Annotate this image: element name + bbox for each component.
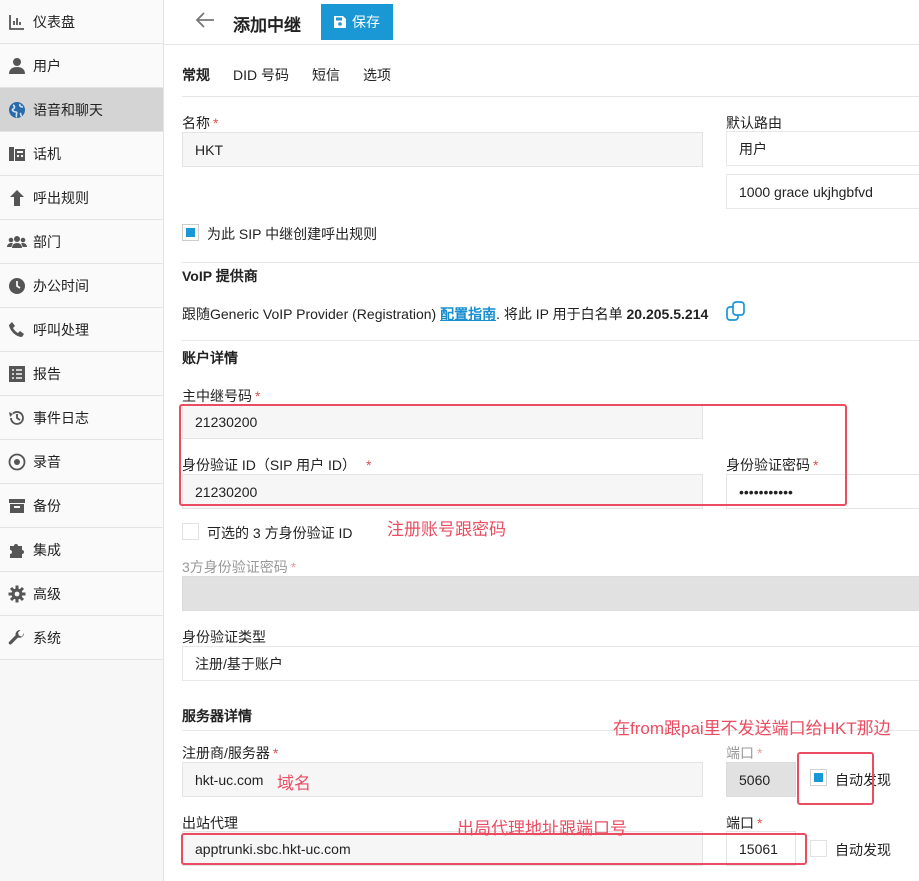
- sidebar-item-label: 事件日志: [33, 409, 89, 426]
- save-icon: [334, 16, 346, 28]
- name-field[interactable]: HKT: [182, 132, 703, 167]
- registrar-label: 注册商/服务器 *: [182, 745, 279, 761]
- annotation-box-proxy: [181, 833, 807, 865]
- phone-icon: [7, 320, 27, 340]
- annotation-account-note: 注册账号跟密码: [387, 520, 506, 539]
- sidebar-item-reports[interactable]: 报告: [0, 352, 163, 396]
- sidebar-item-label: 备份: [33, 497, 61, 514]
- sidebar-item-label: 部门: [33, 233, 61, 250]
- proxy-auto-discover-checkbox[interactable]: [810, 840, 827, 857]
- save-button-label: 保存: [352, 14, 380, 30]
- voip-provider-title: VoIP 提供商: [182, 268, 258, 284]
- name-label: 名称 *: [182, 115, 219, 131]
- main-trunk-number-label: 主中继号码 *: [182, 388, 261, 404]
- annotation-box-account: [179, 404, 847, 506]
- save-button[interactable]: 保存: [321, 4, 393, 40]
- user-icon: [7, 56, 27, 76]
- sidebar-item-label: 用户: [33, 57, 61, 74]
- sidebar-item-system[interactable]: 系统: [0, 616, 163, 660]
- registrar-field[interactable]: hkt-uc.com: [182, 762, 703, 797]
- group-icon: [7, 232, 27, 252]
- record-icon: [7, 452, 27, 472]
- sidebar-item-label: 呼出规则: [33, 189, 89, 206]
- arrow-up-icon: [7, 188, 27, 208]
- sidebar-item-advanced[interactable]: 高级: [0, 572, 163, 616]
- sidebar: 仪表盘 用户 语音和聊天 话机 呼出规则 部门 办公时间 呼叫处理 报告 事件日…: [0, 0, 164, 881]
- sidebar-item-label: 集成: [33, 541, 61, 558]
- sidebar-item-label: 仪表盘: [33, 13, 75, 30]
- archive-icon: [7, 496, 27, 516]
- sidebar-item-backup[interactable]: 备份: [0, 484, 163, 528]
- sidebar-item-departments[interactable]: 部门: [0, 220, 163, 264]
- sidebar-item-phones[interactable]: 话机: [0, 132, 163, 176]
- config-guide-link[interactable]: 配置指南: [440, 306, 496, 322]
- sidebar-item-outbound-rules[interactable]: 呼出规则: [0, 176, 163, 220]
- third-party-auth-checkbox[interactable]: [182, 523, 199, 540]
- account-details-title: 账户详情: [182, 350, 238, 366]
- clock-icon: [7, 276, 27, 296]
- copy-icon[interactable]: [725, 300, 747, 322]
- annotation-box-auto-discover: [797, 752, 874, 805]
- proxy-auto-discover-label: 自动发现: [835, 842, 891, 858]
- sidebar-item-voice-chat[interactable]: 语音和聊天: [0, 88, 163, 132]
- sidebar-item-integration[interactable]: 集成: [0, 528, 163, 572]
- sidebar-item-label: 录音: [33, 453, 61, 470]
- back-arrow-icon[interactable]: [194, 9, 218, 33]
- registrar-port-label: 端口 *: [726, 745, 763, 761]
- third-party-auth-label: 可选的 3 方身份验证 ID: [207, 525, 353, 541]
- puzzle-icon: [7, 540, 27, 560]
- sidebar-item-label: 话机: [33, 145, 61, 162]
- auth-type-label: 身份验证类型: [182, 629, 266, 645]
- tab-sms[interactable]: 短信: [312, 65, 340, 85]
- annotation-port-note: 在from跟pai里不发送端口给HKT那边: [613, 719, 891, 738]
- page-header: 添加中继 保存: [164, 0, 919, 44]
- create-outbound-rule-label: 为此 SIP 中继创建呼出规则: [207, 226, 378, 242]
- tab-options[interactable]: 选项: [363, 65, 391, 85]
- sidebar-item-office-hours[interactable]: 办公时间: [0, 264, 163, 308]
- default-route-label: 默认路由: [726, 115, 782, 131]
- header-divider: [164, 44, 919, 45]
- globe-icon: [7, 100, 27, 120]
- sidebar-item-label: 高级: [33, 585, 61, 602]
- list-icon: [7, 364, 27, 384]
- sidebar-item-label: 系统: [33, 629, 61, 646]
- create-outbound-rule-checkbox[interactable]: [182, 224, 199, 241]
- gear-icon: [7, 584, 27, 604]
- sidebar-item-users[interactable]: 用户: [0, 44, 163, 88]
- whitelist-ip: 20.205.5.214: [626, 306, 709, 322]
- tabs-divider: [182, 96, 919, 97]
- history-icon: [7, 408, 27, 428]
- proxy-port-label: 端口 *: [726, 815, 763, 831]
- default-route-type-select[interactable]: 用户: [726, 131, 919, 166]
- page-title: 添加中继: [233, 16, 301, 35]
- section-divider: [182, 262, 919, 263]
- phone-device-icon: [7, 144, 27, 164]
- auth-type-select[interactable]: 注册/基于账户: [182, 646, 919, 681]
- registrar-port-field: 5060: [726, 762, 796, 797]
- sidebar-item-event-log[interactable]: 事件日志: [0, 396, 163, 440]
- third-party-password-field: [182, 576, 919, 611]
- section-divider: [182, 340, 919, 341]
- server-details-title: 服务器详情: [182, 708, 252, 724]
- sidebar-item-dashboard[interactable]: 仪表盘: [0, 0, 163, 44]
- default-route-target-select[interactable]: 1000 grace ukjhgbfvd: [726, 174, 919, 209]
- voip-provider-info: 跟随Generic VoIP Provider (Registration) 配…: [182, 306, 709, 322]
- dashboard-icon: [7, 12, 27, 32]
- sidebar-item-label: 报告: [33, 365, 61, 382]
- sidebar-item-label: 呼叫处理: [33, 321, 89, 338]
- outbound-proxy-label: 出站代理: [182, 815, 238, 831]
- sidebar-item-recordings[interactable]: 录音: [0, 440, 163, 484]
- annotation-domain-note: 域名: [277, 774, 311, 793]
- tab-general[interactable]: 常规: [182, 65, 210, 85]
- tab-did-numbers[interactable]: DID 号码: [233, 65, 289, 85]
- sidebar-item-label: 语音和聊天: [33, 101, 103, 118]
- sidebar-item-call-handling[interactable]: 呼叫处理: [0, 308, 163, 352]
- wrench-icon: [7, 628, 27, 648]
- third-party-password-label: 3方身份验证密码 *: [182, 559, 297, 575]
- sidebar-item-label: 办公时间: [33, 277, 89, 294]
